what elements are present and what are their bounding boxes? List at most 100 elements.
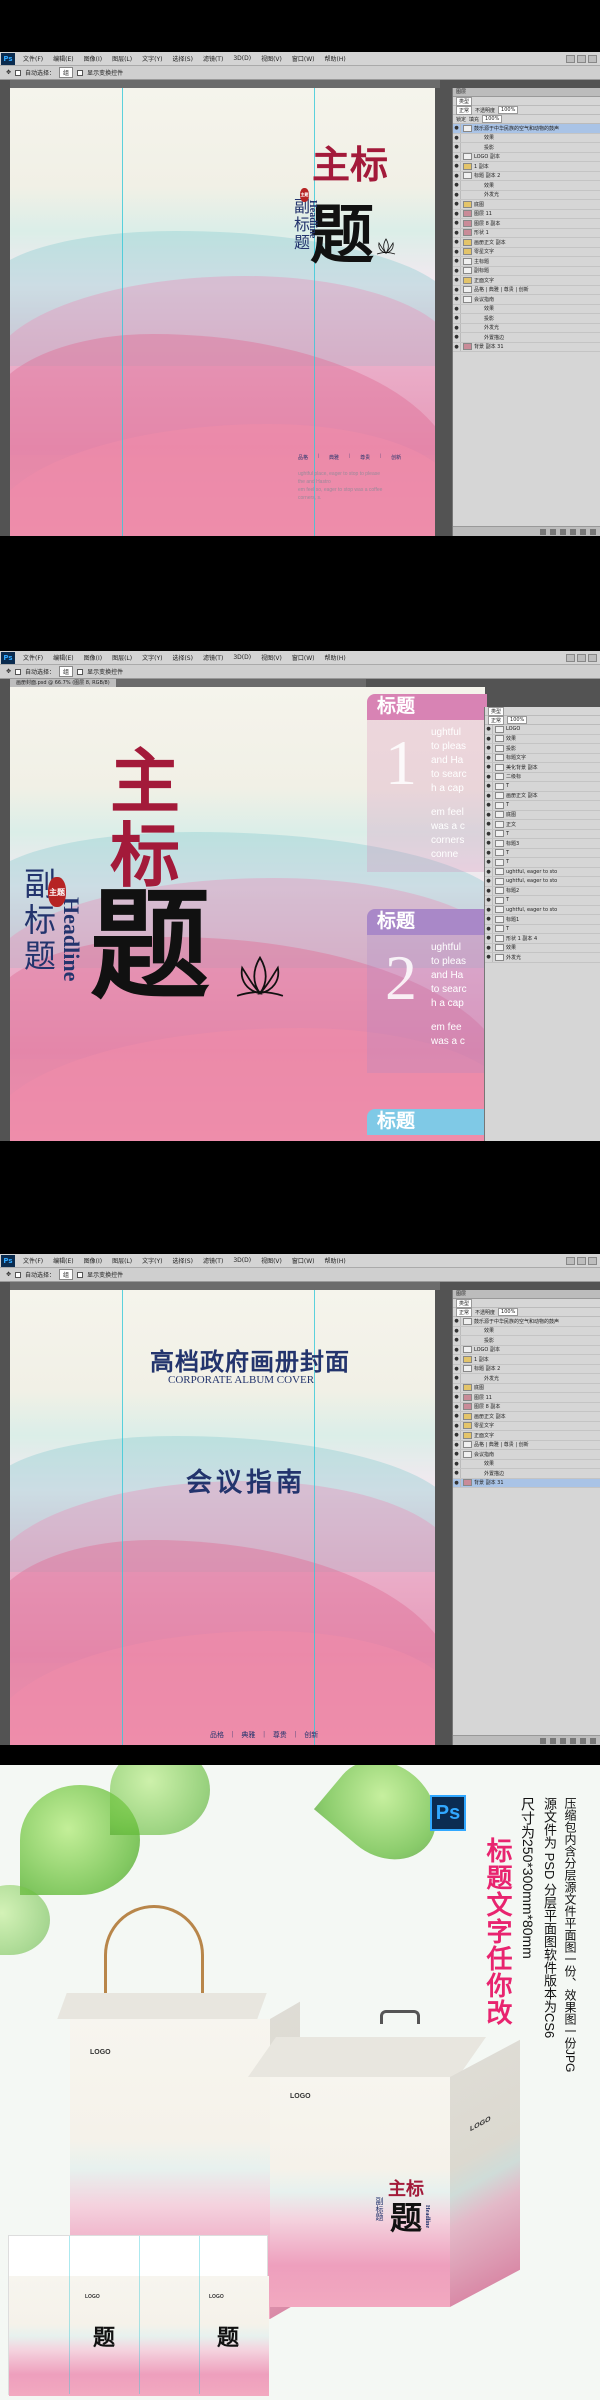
document-tab[interactable]: 画册封面.psd @ 66.7% (图层 8, RGB/8)	[10, 679, 116, 687]
layer-row[interactable]: ● 品格 | 典雅 | 尊贵 | 创新	[453, 1440, 600, 1450]
visibility-eye-icon[interactable]: ●	[485, 725, 493, 734]
menu-edit[interactable]: 编辑(E)	[53, 54, 73, 63]
layer-row[interactable]: ● 鼓乐源于中华民族的空气和动物的鼓声	[453, 1317, 600, 1327]
layer-row[interactable]: ● 外发光	[453, 323, 600, 333]
visibility-eye-icon[interactable]: ●	[453, 1440, 461, 1450]
layer-row[interactable]: ● 外发光	[453, 190, 600, 200]
visibility-eye-icon[interactable]: ●	[453, 247, 461, 257]
visibility-eye-icon[interactable]: ●	[453, 1431, 461, 1440]
visibility-eye-icon[interactable]: ●	[485, 753, 493, 763]
visibility-eye-icon[interactable]: ●	[453, 285, 461, 295]
visibility-eye-icon[interactable]: ●	[485, 839, 493, 848]
layer-row[interactable]: ● T	[485, 896, 600, 906]
visibility-eye-icon[interactable]: ●	[485, 858, 493, 867]
visibility-eye-icon[interactable]: ●	[485, 801, 493, 810]
layer-row[interactable]: ● 底图	[453, 200, 600, 210]
menu-select[interactable]: 选择(S)	[172, 54, 193, 63]
layer-row[interactable]: ● 品格 | 典雅 | 尊贵 | 创新	[453, 285, 600, 295]
auto-select-checkbox[interactable]	[15, 668, 22, 675]
visibility-eye-icon[interactable]: ●	[453, 295, 461, 304]
mask-icon[interactable]	[560, 1737, 566, 1744]
visibility-eye-icon[interactable]: ●	[453, 276, 461, 285]
move-tool-icon[interactable]: ✥	[6, 668, 11, 675]
new-layer-icon[interactable]	[580, 528, 586, 535]
menu-image[interactable]: 图像(I)	[84, 54, 102, 63]
trash-icon[interactable]	[590, 528, 596, 535]
layer-row[interactable]: ● 图层 11	[453, 209, 600, 219]
minimize-icon[interactable]	[566, 653, 575, 662]
visibility-eye-icon[interactable]: ●	[485, 763, 493, 772]
auto-select-checkbox[interactable]	[15, 69, 22, 76]
transform-controls-checkbox[interactable]	[77, 1271, 84, 1278]
blend-mode-select[interactable]: 正常	[456, 1307, 473, 1317]
layer-row[interactable]: ● 效果	[453, 1326, 600, 1336]
layer-row[interactable]: ● 零星文字	[453, 1421, 600, 1431]
layers-panel-title[interactable]: 图层	[453, 1290, 600, 1299]
link-layers-icon[interactable]	[540, 1737, 546, 1744]
layer-row[interactable]: ● 效果	[485, 943, 600, 953]
menu-help[interactable]: 帮助(H)	[325, 653, 346, 662]
fill-input[interactable]: 100%	[482, 115, 503, 123]
kind-filter-select[interactable]: 类型	[456, 96, 473, 106]
menu-view[interactable]: 视图(V)	[261, 54, 282, 63]
visibility-eye-icon[interactable]: ●	[485, 772, 493, 782]
visibility-eye-icon[interactable]: ●	[485, 934, 493, 943]
visibility-eye-icon[interactable]: ●	[485, 820, 493, 829]
kind-filter-select[interactable]: 类型	[456, 1298, 473, 1308]
layer-row[interactable]: ● 美化背景 副本	[485, 763, 600, 773]
visibility-eye-icon[interactable]: ●	[485, 829, 493, 839]
visibility-eye-icon[interactable]: ●	[453, 219, 461, 228]
layer-row[interactable]: ● 背景 副本 31	[453, 342, 600, 352]
visibility-eye-icon[interactable]: ●	[453, 304, 461, 314]
menu-type[interactable]: 文字(Y)	[142, 1256, 162, 1265]
layer-row[interactable]: ● 标题 副本 2	[453, 1364, 600, 1374]
menu-3d[interactable]: 3D(D)	[233, 1257, 251, 1264]
close-icon[interactable]	[588, 653, 597, 662]
visibility-eye-icon[interactable]: ●	[485, 734, 493, 744]
menu-select[interactable]: 选择(S)	[172, 1256, 193, 1265]
document-canvas[interactable]: 高档政府画册封面 CORPORATE ALBUM COVER 会议指南 品格 | …	[10, 1290, 435, 1745]
visibility-eye-icon[interactable]: ●	[453, 1421, 461, 1431]
menu-file[interactable]: 文件(F)	[23, 1256, 43, 1265]
layer-row[interactable]: ● T	[485, 924, 600, 934]
layer-row[interactable]: ● T	[485, 858, 600, 868]
menu-window[interactable]: 窗口(W)	[292, 54, 315, 63]
visibility-eye-icon[interactable]: ●	[485, 744, 493, 753]
layer-row[interactable]: ● 正面文字	[453, 276, 600, 286]
menu-image[interactable]: 图像(I)	[84, 653, 102, 662]
menu-filter[interactable]: 滤镜(T)	[203, 54, 223, 63]
visibility-eye-icon[interactable]: ●	[453, 152, 461, 162]
menu-layer[interactable]: 图层(L)	[112, 653, 132, 662]
layers-panel-title[interactable]: 图层	[453, 88, 600, 97]
layer-row[interactable]: ● 标题 副本 2	[453, 171, 600, 181]
new-group-icon[interactable]	[570, 1737, 576, 1744]
visibility-eye-icon[interactable]: ●	[485, 886, 493, 896]
layer-row[interactable]: ● T	[485, 829, 600, 839]
visibility-eye-icon[interactable]: ●	[453, 1402, 461, 1412]
close-icon[interactable]	[588, 54, 597, 63]
layer-row[interactable]: ● 外置描边	[453, 333, 600, 343]
menu-3d[interactable]: 3D(D)	[233, 55, 251, 62]
menu-type[interactable]: 文字(Y)	[142, 54, 162, 63]
visibility-eye-icon[interactable]: ●	[453, 162, 461, 171]
visibility-eye-icon[interactable]: ●	[453, 1393, 461, 1402]
move-tool-icon[interactable]: ✥	[6, 69, 11, 76]
layer-row[interactable]: ● ughtful, eager to sto	[485, 877, 600, 887]
visibility-eye-icon[interactable]: ●	[485, 791, 493, 801]
menu-edit[interactable]: 编辑(E)	[53, 1256, 73, 1265]
menu-edit[interactable]: 编辑(E)	[53, 653, 73, 662]
close-icon[interactable]	[588, 1256, 597, 1265]
document-canvas[interactable]: 主标 题 副标题 Headline 主题 品格 | 典雅 | 尊贵 | 创新 ught…	[10, 88, 435, 536]
fx-icon[interactable]	[550, 528, 556, 535]
new-layer-icon[interactable]	[580, 1737, 586, 1744]
menu-window[interactable]: 窗口(W)	[292, 653, 315, 662]
layer-row[interactable]: ● 图层 8 副本	[453, 1402, 600, 1412]
layer-row[interactable]: ● 标题2	[485, 886, 600, 896]
layer-row[interactable]: ● 底图	[485, 810, 600, 820]
minimize-icon[interactable]	[566, 54, 575, 63]
auto-select-target-select[interactable]: 组	[59, 1269, 74, 1280]
layer-row[interactable]: ● 标题1	[485, 915, 600, 925]
visibility-eye-icon[interactable]: ●	[453, 1450, 461, 1459]
visibility-eye-icon[interactable]: ●	[453, 1469, 461, 1478]
trash-icon[interactable]	[590, 1737, 596, 1744]
